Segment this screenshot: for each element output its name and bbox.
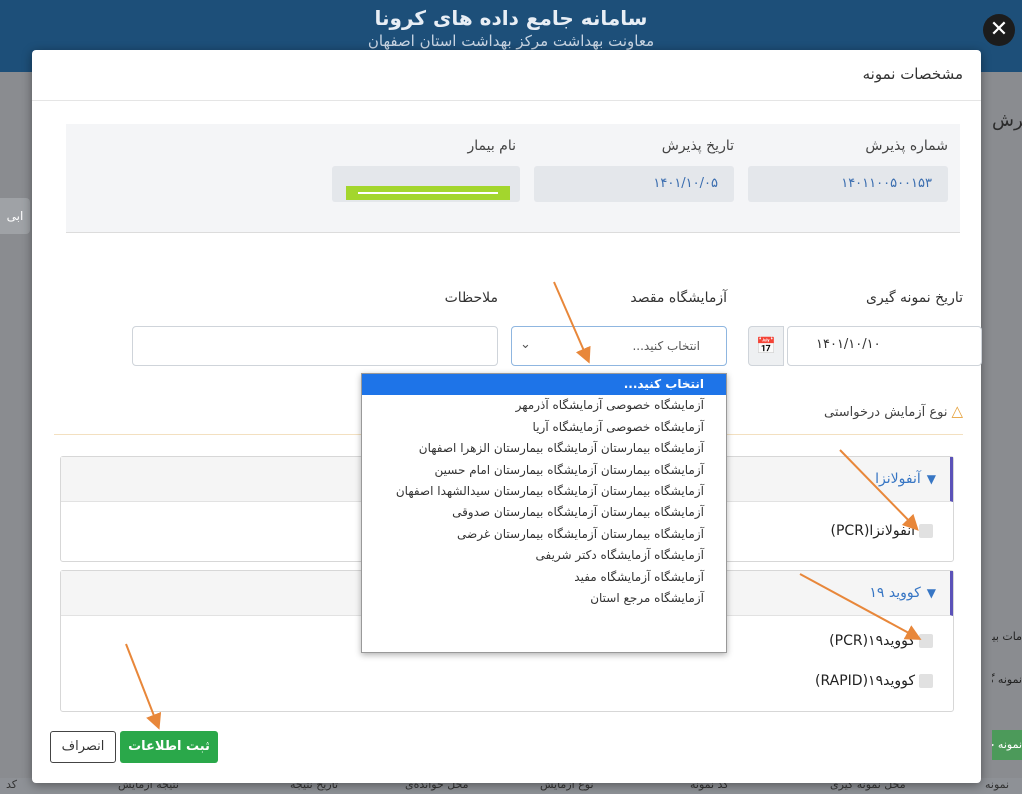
calendar-icon[interactable]: 📅 <box>748 326 784 366</box>
dropdown-option[interactable]: آزمایشگاه بیمارستان آزمایشگاه بیمارستان … <box>362 438 726 459</box>
patient-name-redaction <box>346 186 510 200</box>
dropdown-option[interactable]: آزمایشگاه بیمارستان آزمایشگاه بیمارستان … <box>362 524 726 545</box>
dropdown-option[interactable]: آزمایشگاه خصوصی آزمایشگاه آریا <box>362 417 726 438</box>
app-subtitle: معاونت بهداشت مرکز بهداشت استان اصفهان <box>367 32 655 50</box>
sampling-date-label: تاریخ نمونه گیری <box>866 290 963 306</box>
dropdown-option[interactable]: آزمایشگاه آزمایشگاه دکتر شریفی <box>362 545 726 566</box>
dropdown-option[interactable]: آزمایشگاه بیمارستان آزمایشگاه بیمارستان … <box>362 460 726 481</box>
dropdown-option[interactable]: آزمایشگاه خصوصی آزمایشگاه آذرمهر <box>362 395 726 416</box>
flask-icon: △ <box>951 402 963 420</box>
destination-lab-value: انتخاب کنید... <box>632 339 700 353</box>
dropdown-option[interactable]: آزمایشگاه مرجع استان <box>362 588 726 609</box>
notes-label: ملاحظات <box>444 290 498 306</box>
dropdown-option[interactable]: آزمایشگاه بیمارستان آزمایشگاه بیمارستان … <box>362 502 726 523</box>
background-page-title: پذیرش <box>992 110 1022 131</box>
chevron-down-icon: ⌄ <box>520 337 531 352</box>
dropdown-option[interactable]: انتخاب کنید... <box>362 374 726 396</box>
table-header-cell: کد <box>6 778 18 791</box>
patient-name-label: نام بیمار <box>467 138 516 154</box>
reception-date-field: تاریخ پذیرش ۱۴۰۱/۱۰/۰۵ <box>534 138 734 202</box>
modal-header: مشخصات نمونه <box>32 50 981 101</box>
chevron-down-icon: ▼ <box>926 586 936 600</box>
cancel-button[interactable]: انصراف <box>50 731 116 763</box>
requested-test-label: △نوع آزمایش درخواستی <box>824 402 963 420</box>
test-option-label: کووید۱۹(PCR) <box>829 633 915 649</box>
group-title-text: آنفولانزا <box>875 471 921 487</box>
patient-name-field: نام بیمار <box>332 138 520 218</box>
destination-lab-dropdown-list: انتخاب کنید... آزمایشگاه خصوصی آزمایشگاه… <box>361 373 727 653</box>
test-option[interactable]: آنفولانزا(PCR) <box>831 523 933 539</box>
notes-input[interactable] <box>132 326 498 366</box>
checkbox[interactable] <box>919 524 933 538</box>
table-header-cell: نمونه <box>985 778 1010 791</box>
group-title-text: کووید ۱۹ <box>869 585 921 601</box>
patient-info-panel: شماره پذیرش ۱۴۰۱۱۰۰۵۰۰۱۵۳ تاریخ پذیرش ۱۴… <box>66 124 960 233</box>
destination-lab-label: آزمایشگاه مقصد <box>630 290 727 306</box>
reception-date-value: ۱۴۰۱/۱۰/۰۵ <box>534 166 734 202</box>
dropdown-option[interactable]: آزمایشگاه آزمایشگاه مفید <box>362 567 726 588</box>
modal-title: مشخصات نمونه <box>862 65 963 83</box>
background-new-sample-button: نمونه جدید <box>992 730 1022 760</box>
group-title[interactable]: ▼ کووید ۱۹ <box>869 585 936 601</box>
requested-test-text: نوع آزمایش درخواستی <box>824 405 948 420</box>
reception-date-label: تاریخ پذیرش <box>661 138 734 154</box>
reception-number-value: ۱۴۰۱۱۰۰۵۰۰۱۵۳ <box>748 166 948 202</box>
test-option-label: کووید۱۹(RAPID) <box>815 673 915 689</box>
background-left-tab: ابی <box>0 198 30 234</box>
sampling-date-input[interactable]: ۱۴۰۱/۱۰/۱۰ <box>787 326 982 366</box>
sampling-date-value: ۱۴۰۱/۱۰/۱۰ <box>816 337 881 352</box>
save-button[interactable]: ثبت اطلاعات <box>120 731 218 763</box>
chevron-down-icon: ▼ <box>926 472 936 486</box>
background-label: نمونه گیری <box>992 673 1022 686</box>
test-option[interactable]: کووید۱۹(RAPID) <box>815 673 933 689</box>
checkbox[interactable] <box>919 634 933 648</box>
test-option[interactable]: کووید۱۹(PCR) <box>829 633 933 649</box>
destination-lab-select[interactable]: انتخاب کنید... ⌄ <box>511 326 727 366</box>
sample-details-modal: مشخصات نمونه شماره پذیرش ۱۴۰۱۱۰۰۵۰۰۱۵۳ ت… <box>32 50 982 783</box>
dropdown-option[interactable]: آزمایشگاه بیمارستان آزمایشگاه بیمارستان … <box>362 481 726 502</box>
app-title: سامانه جامع داده های کرونا <box>374 6 648 30</box>
group-title[interactable]: ▼ آنفولانزا <box>875 471 936 487</box>
reception-number-label: شماره پذیرش <box>865 138 948 154</box>
background-label: مات بیمار <box>992 630 1022 643</box>
test-option-label: آنفولانزا(PCR) <box>830 523 915 539</box>
reception-number-field: شماره پذیرش ۱۴۰۱۱۰۰۵۰۰۱۵۳ <box>748 138 948 202</box>
close-modal-button[interactable]: ✕ <box>983 14 1015 46</box>
checkbox[interactable] <box>919 674 933 688</box>
